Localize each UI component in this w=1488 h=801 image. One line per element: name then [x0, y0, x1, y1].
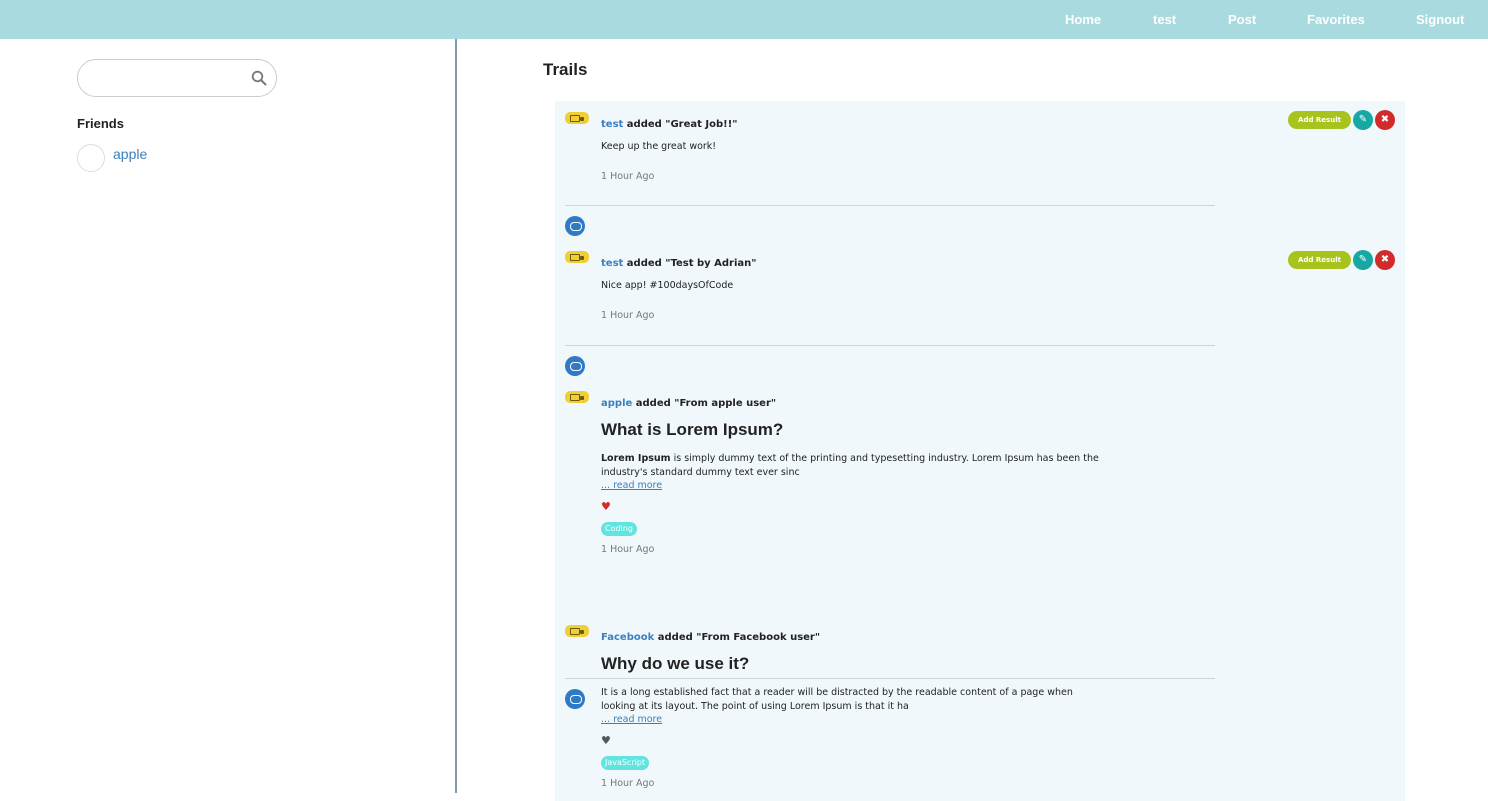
trail-action-text: added "From apple user" [635, 398, 777, 409]
author-link[interactable]: Facebook [601, 632, 654, 643]
sidebar: Friends apple [0, 39, 457, 793]
trail-headline: apple added "From apple user" [601, 398, 776, 409]
avatar[interactable] [77, 144, 105, 172]
tag-badge[interactable]: JavaScript [601, 756, 650, 770]
page-title: Trails [543, 60, 588, 79]
search-input[interactable] [90, 69, 240, 87]
close-icon[interactable]: ✖ [1375, 250, 1395, 270]
read-more-link[interactable]: ... read more [601, 714, 662, 725]
trail-feed: test added "Great Job!!" Keep up the gre… [555, 101, 1405, 801]
trail-type-icon [565, 112, 589, 124]
nav-favorites[interactable]: Favorites [1307, 12, 1365, 27]
friends-title: Friends [77, 116, 124, 131]
top-navbar: Home test Post Favorites Signout [0, 0, 1488, 39]
search-icon[interactable] [251, 70, 267, 86]
trail-type-icon [565, 391, 589, 403]
trail-action-text: added "From Facebook user" [657, 632, 821, 643]
close-icon[interactable]: ✖ [1375, 110, 1395, 130]
heart-icon[interactable]: ♥ [601, 500, 611, 513]
heart-icon[interactable]: ♥ [601, 734, 611, 747]
nav-user-profile[interactable]: test [1153, 12, 1176, 27]
nav-home[interactable]: Home [1065, 12, 1101, 27]
divider [565, 205, 1215, 206]
author-link[interactable]: test [601, 119, 623, 130]
add-result-button[interactable]: Add Result [1288, 111, 1351, 129]
trail-body-text: is simply dummy text of the printing and… [601, 453, 1099, 478]
trail-action-text: added "Great Job!!" [626, 119, 738, 130]
post-title: What is Lorem Ipsum? [601, 420, 784, 439]
trail-body: Keep up the great work! [601, 141, 717, 152]
comment-icon[interactable] [565, 216, 585, 236]
trail-type-icon [565, 625, 589, 637]
trail-body-bold: Lorem Ipsum [601, 453, 671, 464]
nav-post[interactable]: Post [1228, 12, 1256, 27]
tag-badge[interactable]: Coding [601, 522, 637, 536]
trail-body: Nice app! #100daysOfCode [601, 280, 734, 291]
divider [565, 345, 1215, 346]
read-more-link[interactable]: ... read more [601, 480, 662, 491]
comment-icon[interactable] [565, 689, 585, 709]
edit-icon[interactable]: ✎ [1353, 110, 1373, 130]
author-link[interactable]: apple [601, 398, 632, 409]
author-link[interactable]: test [601, 258, 623, 269]
trail-headline: test added "Test by Adrian" [601, 258, 756, 269]
trail-type-icon [565, 251, 589, 263]
search-box [77, 59, 277, 97]
timestamp: 1 Hour Ago [601, 310, 655, 321]
trail-body: Lorem Ipsum is simply dummy text of the … [601, 452, 1111, 480]
comment-icon[interactable] [565, 356, 585, 376]
trail-body: It is a long established fact that a rea… [601, 687, 1073, 712]
nav-signout[interactable]: Signout [1416, 12, 1464, 27]
trail-headline: Facebook added "From Facebook user" [601, 632, 820, 643]
add-result-button[interactable]: Add Result [1288, 251, 1351, 269]
timestamp: 1 Hour Ago [601, 778, 655, 789]
timestamp-text: 1 Hour Ago [601, 544, 655, 555]
friend-name[interactable]: apple [113, 146, 147, 162]
post-title: Why do we use it? [601, 654, 750, 673]
timestamp: 1 Hour Ago [601, 171, 655, 182]
edit-icon[interactable]: ✎ [1353, 250, 1373, 270]
divider [565, 678, 1215, 679]
trail-action-text: added "Test by Adrian" [626, 258, 757, 269]
trail-headline: test added "Great Job!!" [601, 119, 738, 130]
